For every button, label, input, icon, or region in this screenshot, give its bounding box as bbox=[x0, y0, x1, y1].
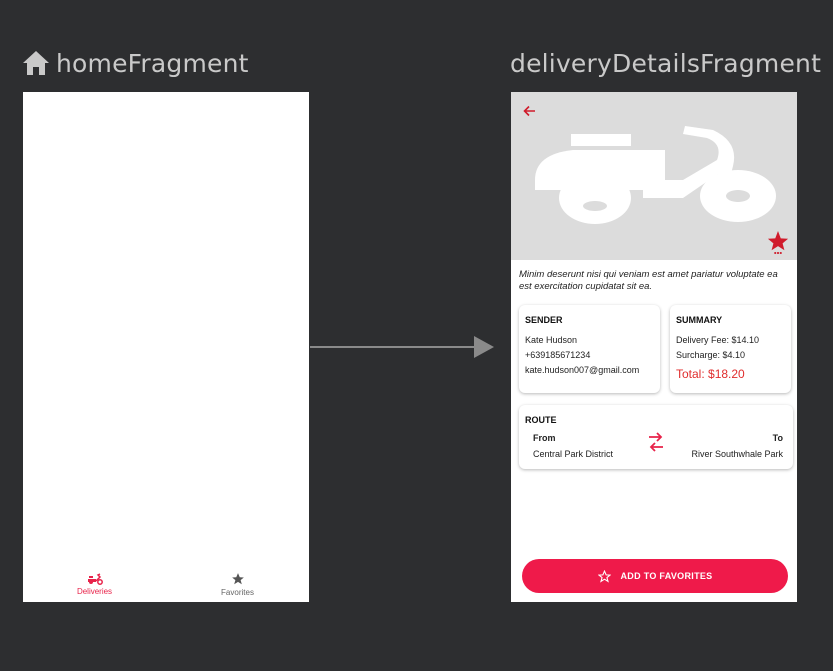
add-to-favorites-label: ADD TO FAVORITES bbox=[620, 571, 713, 581]
swap-route-icon bbox=[649, 432, 663, 452]
delivery-description: Minim deserunt nisi qui veniam est amet … bbox=[519, 269, 778, 292]
route-from: From Central Park District bbox=[533, 433, 613, 459]
summary-card: SUMMARY Delivery Fee: $14.10 Surcharge: … bbox=[670, 305, 791, 393]
sender-card: SENDER Kate Hudson +639185671234 kate.hu… bbox=[519, 305, 660, 393]
sender-phone: +639185671234 bbox=[525, 350, 591, 360]
scooter-icon bbox=[87, 572, 103, 585]
route-to-label: To bbox=[772, 433, 783, 443]
details-fragment-title: deliveryDetailsFragment bbox=[510, 47, 821, 79]
route-from-value: Central Park District bbox=[533, 449, 614, 459]
home-fragment-title: homeFragment bbox=[22, 47, 249, 79]
sender-heading: SENDER bbox=[525, 315, 563, 325]
route-to-value: River Southwhale Park bbox=[691, 449, 783, 459]
home-fragment-screen: Deliveries Favorites bbox=[23, 92, 309, 602]
star-outline-icon bbox=[597, 569, 611, 583]
details-fragment-label: deliveryDetailsFragment bbox=[510, 48, 822, 78]
delivery-fee: Delivery Fee: $14.10 bbox=[676, 335, 760, 345]
route-from-label: From bbox=[533, 433, 556, 443]
nav-item-deliveries[interactable]: Deliveries bbox=[50, 572, 140, 596]
back-arrow-icon[interactable] bbox=[523, 104, 537, 118]
bottom-navigation: Deliveries Favorites bbox=[23, 566, 309, 602]
nav-label-favorites: Favorites bbox=[221, 587, 254, 597]
home-fragment-label: homeFragment bbox=[56, 48, 249, 78]
route-heading: ROUTE bbox=[525, 415, 557, 425]
surcharge: Surcharge: $4.10 bbox=[676, 350, 746, 360]
delivery-details-screen: Minim deserunt nisi qui veniam est amet … bbox=[511, 92, 797, 602]
sender-name: Kate Hudson bbox=[525, 335, 578, 345]
navigation-arrow bbox=[310, 336, 494, 358]
home-icon bbox=[23, 51, 49, 75]
route-card: ROUTE From Central Park District To Rive… bbox=[519, 405, 793, 469]
star-icon bbox=[231, 572, 244, 584]
sender-email: kate.hudson007@gmail.com bbox=[525, 365, 640, 375]
scooter-illustration-icon bbox=[535, 126, 776, 224]
hero-image bbox=[511, 92, 797, 260]
nav-item-favorites[interactable]: Favorites bbox=[193, 572, 283, 597]
route-to: To River Southwhale Park bbox=[691, 433, 783, 459]
summary-heading: SUMMARY bbox=[676, 315, 723, 325]
favorite-star-icon[interactable] bbox=[767, 230, 789, 254]
nav-label-deliveries: Deliveries bbox=[76, 586, 113, 596]
add-to-favorites-button[interactable]: ADD TO FAVORITES bbox=[522, 559, 788, 593]
total-amount: Total: $18.20 bbox=[676, 367, 745, 381]
